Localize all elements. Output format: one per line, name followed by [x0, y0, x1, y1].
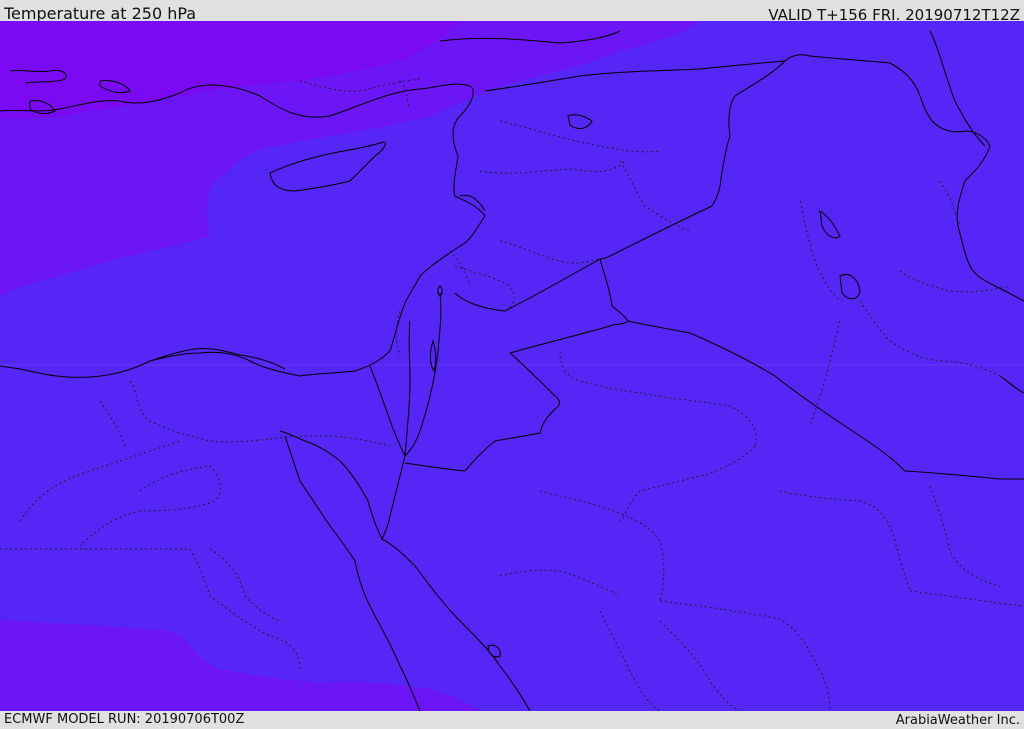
credit-label: ArabiaWeather Inc.	[895, 713, 1020, 728]
model-run-label: ECMWF MODEL RUN: 20190706T00Z	[4, 712, 245, 727]
map-canvas	[0, 21, 1024, 711]
map-frame: Temperature at 250 hPa VALID T+156 FRI. …	[0, 0, 1024, 729]
header-bar: Temperature at 250 hPa VALID T+156 FRI. …	[0, 0, 1024, 24]
temperature-map	[0, 21, 1024, 711]
footer-bar: ECMWF MODEL RUN: 20190706T00Z ArabiaWeat…	[0, 711, 1024, 729]
